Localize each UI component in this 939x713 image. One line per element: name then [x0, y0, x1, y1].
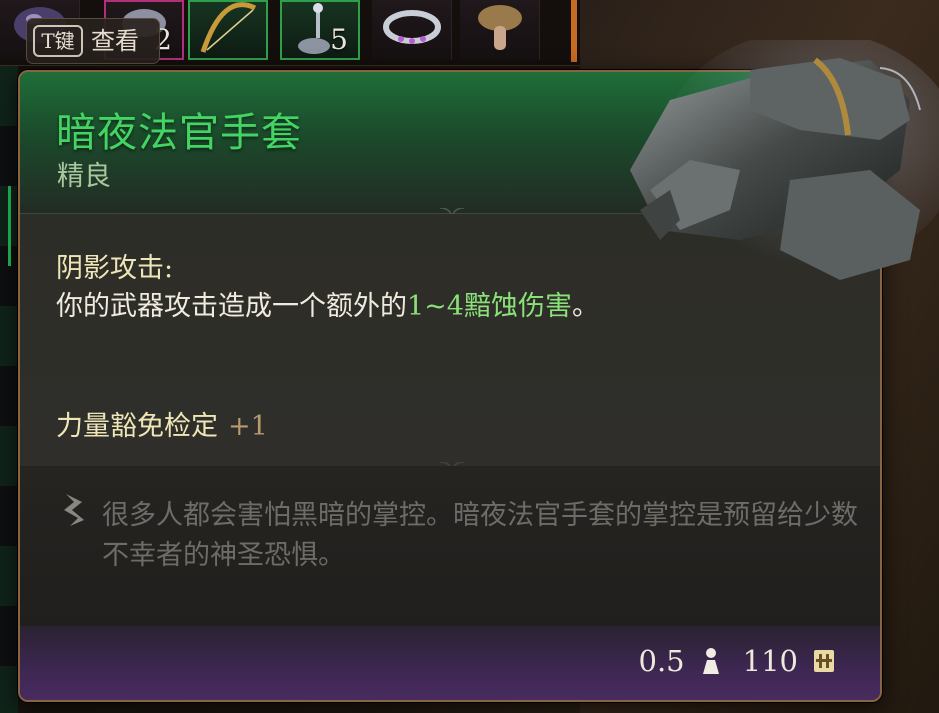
saving-throw-bonus: 力量豁免检定 +1 — [56, 404, 268, 443]
inventory-slot-bow[interactable] — [188, 0, 268, 60]
tooltip-footer: 0.5 110 — [20, 626, 880, 700]
lore-section: 很多人都会害怕黑暗的掌控。暗夜法官手套的掌控是预留给少数不幸者的神圣恐惧。 — [20, 466, 880, 626]
mushroom-icon — [477, 5, 522, 50]
gauntlets-icon — [630, 40, 939, 280]
item-count: 5 — [330, 23, 348, 56]
item-weight: 0.5 — [638, 644, 685, 678]
item-stats: 0.5 110 — [639, 644, 836, 678]
inventory-slot-mushroom[interactable] — [460, 0, 540, 60]
ability-desc-text: 你的武器攻击造成一个额外的 — [56, 291, 407, 322]
weight-icon — [702, 648, 719, 674]
ability-title: 阴影攻击: — [56, 253, 174, 284]
bow-icon — [200, 2, 257, 53]
ring-icon — [382, 10, 441, 44]
key-hint-icon: T键 — [33, 25, 83, 57]
gold-icon — [814, 650, 834, 672]
ability-description: 你的武器攻击造成一个额外的1~4黯蚀伤害。 — [56, 288, 636, 326]
ability-desc-end: 。 — [571, 291, 599, 322]
item-rarity: 精良 — [57, 161, 111, 192]
game-screen: 2 5 T键 查看 暗夜法官手套 精良 阴影攻击: 你的武器攻击造成一个额外的1… — [0, 0, 939, 713]
bonus-value: +1 — [228, 411, 268, 442]
item-value: 110 — [742, 644, 798, 678]
key-hint-label: 查看 — [91, 27, 139, 55]
bonus-label: 力量豁免检定 — [56, 411, 218, 442]
lore-text: 很多人都会害怕黑暗的掌控。暗夜法官手套的掌控是预留给少数不幸者的神圣恐惧。 — [102, 500, 858, 571]
inspect-key-hint[interactable]: T键 查看 — [26, 18, 160, 64]
lore-quill-icon — [64, 494, 84, 526]
inventory-slot-potion[interactable]: 5 — [280, 0, 360, 60]
inventory-slot-ring[interactable] — [372, 0, 452, 60]
slot-highlight-edge — [571, 0, 577, 62]
left-slot-column — [0, 66, 18, 713]
item-name: 暗夜法官手套 — [56, 110, 302, 156]
damage-highlight[interactable]: 1~4黯蚀伤害 — [407, 291, 572, 322]
